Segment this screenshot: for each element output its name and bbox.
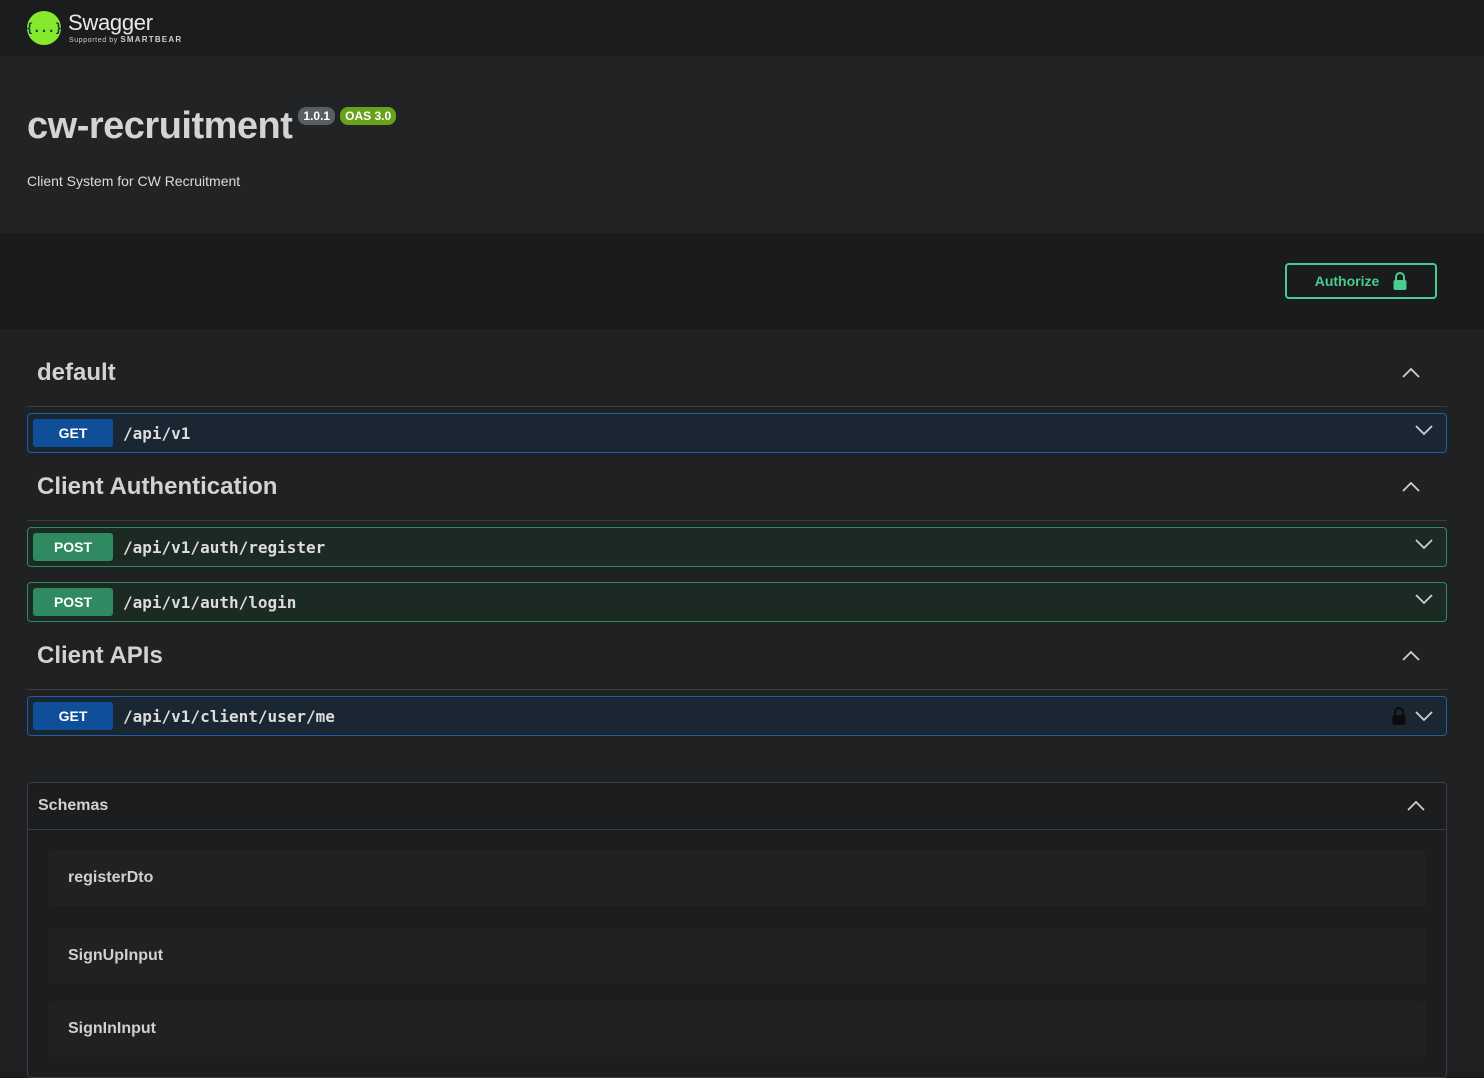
chevron-down-icon[interactable] bbox=[1414, 593, 1434, 605]
logo-name: Swagger bbox=[68, 10, 153, 35]
method-badge: POST bbox=[33, 533, 113, 561]
method-badge: GET bbox=[33, 419, 113, 447]
operation-controls bbox=[1392, 707, 1434, 725]
method-badge: GET bbox=[33, 702, 113, 730]
chevron-down-icon[interactable] bbox=[1414, 424, 1434, 436]
chevron-up-icon[interactable] bbox=[1401, 481, 1421, 493]
title-row: cw-recruitment 1.0.1 OAS 3.0 bbox=[27, 104, 1457, 148]
tag-name: default bbox=[37, 359, 116, 386]
tag-name: Client Authentication bbox=[37, 472, 278, 500]
chevron-down-icon[interactable] bbox=[1414, 710, 1434, 722]
tag-client-authentication[interactable]: Client Authentication bbox=[27, 453, 1447, 521]
chevron-up-icon[interactable] bbox=[1401, 650, 1421, 662]
logo-sub: Supported by SMARTBEAR bbox=[69, 35, 183, 45]
chevron-down-icon[interactable] bbox=[1414, 538, 1434, 550]
operation-get-user-me[interactable]: GET /api/v1/client/user/me bbox=[27, 696, 1447, 736]
logo-sub-prefix: Supported by bbox=[69, 37, 118, 44]
schema-item-signininput[interactable]: SignInInput bbox=[48, 1001, 1426, 1057]
lock-icon bbox=[1393, 272, 1407, 290]
topbar: {...} Swagger Supported by SMARTBEAR bbox=[0, 0, 1484, 56]
api-info: cw-recruitment 1.0.1 OAS 3.0 Client Syst… bbox=[0, 56, 1484, 233]
swagger-logo-icon: {...} bbox=[26, 11, 62, 45]
tag-client-apis[interactable]: Client APIs bbox=[27, 622, 1447, 690]
schema-item-registerdto[interactable]: registerDto bbox=[48, 850, 1426, 906]
operation-get-api-v1[interactable]: GET /api/v1 bbox=[27, 413, 1447, 453]
operation-controls bbox=[1414, 424, 1434, 436]
api-description: Client System for CW Recruitment bbox=[27, 173, 241, 189]
operation-path: /api/v1/client/user/me bbox=[123, 706, 335, 726]
tag-name: Client APIs bbox=[37, 641, 163, 669]
logo-text: Swagger Supported by SMARTBEAR bbox=[68, 10, 183, 45]
chevron-up-icon[interactable] bbox=[1406, 800, 1426, 812]
logo-sub-brand: SMARTBEAR bbox=[120, 35, 183, 44]
schemas-title: Schemas bbox=[38, 797, 109, 814]
operation-controls bbox=[1414, 538, 1434, 550]
scheme-container: Authorize bbox=[0, 233, 1484, 329]
schema-item-signupinput[interactable]: SignUpInput bbox=[48, 928, 1426, 984]
schemas-section: Schemas registerDto SignUpInput SignInIn… bbox=[27, 782, 1447, 1078]
tag-default[interactable]: default bbox=[27, 340, 1447, 407]
oas-badge: OAS 3.0 bbox=[340, 107, 397, 125]
method-badge: POST bbox=[33, 588, 113, 616]
operation-path: /api/v1/auth/login bbox=[123, 592, 297, 612]
operation-post-login[interactable]: POST /api/v1/auth/login bbox=[27, 582, 1447, 622]
authorize-label: Authorize bbox=[1314, 273, 1380, 289]
operation-post-register[interactable]: POST /api/v1/auth/register bbox=[27, 527, 1447, 567]
operation-path: /api/v1 bbox=[123, 423, 191, 443]
schemas-header[interactable]: Schemas bbox=[28, 783, 1446, 830]
chevron-up-icon[interactable] bbox=[1401, 367, 1421, 379]
version-badge: 1.0.1 bbox=[298, 107, 336, 125]
swagger-logo[interactable]: {...} Swagger Supported by SMARTBEAR bbox=[26, 10, 183, 45]
lock-icon[interactable] bbox=[1392, 707, 1406, 725]
api-title: cw-recruitment bbox=[27, 105, 293, 147]
operation-path: /api/v1/auth/register bbox=[123, 537, 326, 557]
operation-controls bbox=[1414, 593, 1434, 605]
authorize-button[interactable]: Authorize bbox=[1285, 263, 1437, 299]
operations-content: default GET /api/v1 Client Authenticatio… bbox=[0, 329, 1484, 1078]
